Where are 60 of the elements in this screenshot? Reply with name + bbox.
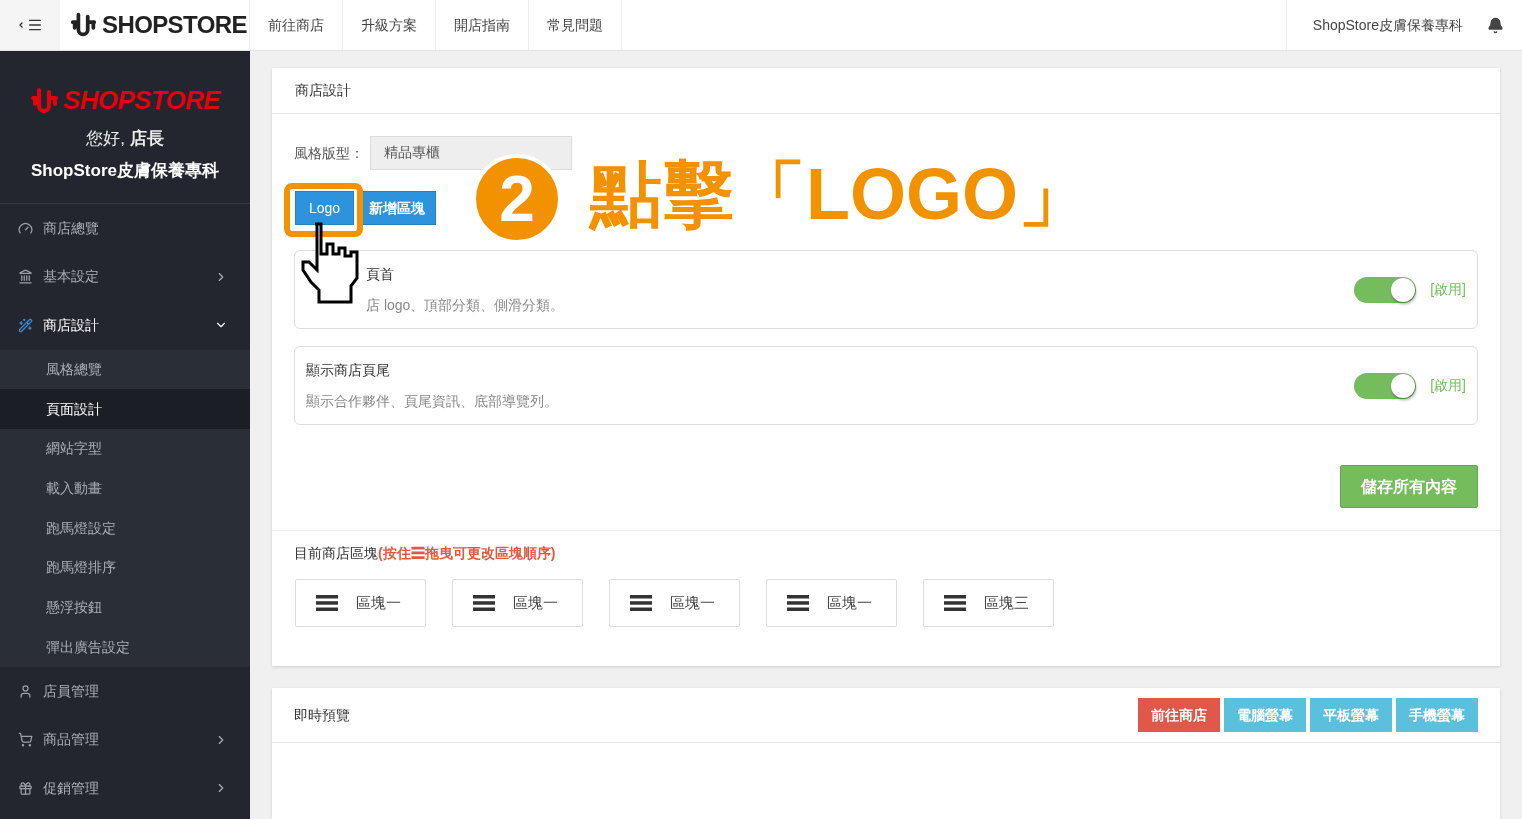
- logo-text: SHOPSTORE: [63, 84, 221, 117]
- nav-link[interactable]: 前往商店: [250, 0, 343, 50]
- store-name: ShopStore皮膚保養專科: [31, 159, 219, 182]
- menu-icon: [18, 269, 33, 285]
- style-field[interactable]: 精品專櫃: [370, 136, 572, 170]
- card-title: 商店設計: [295, 81, 351, 100]
- submenu-item[interactable]: 跑馬燈排序: [0, 547, 250, 588]
- drag-handle-icon: [787, 595, 809, 611]
- menu-icon: [18, 732, 33, 748]
- nav-link[interactable]: 開店指南: [436, 0, 529, 50]
- drag-handle-icon: [316, 595, 338, 611]
- drag-handle-icon: [473, 595, 495, 611]
- field-label: 風格版型：: [294, 143, 364, 163]
- store-name-link[interactable]: ShopStore皮膚保養專科: [1312, 14, 1463, 36]
- logo-text: SHOPSTORE: [102, 10, 247, 40]
- card-title: 即時預覽: [294, 705, 351, 725]
- greeting-text: 您好, 店長: [86, 128, 164, 150]
- menu-icon: [18, 317, 33, 333]
- menu-icon: [18, 780, 33, 796]
- sidebar-toggle-button[interactable]: [0, 0, 60, 50]
- preview-button[interactable]: 前往商店: [1138, 698, 1220, 732]
- option-title: 頁首: [366, 264, 394, 284]
- option-description: 顯示合作夥伴、頁尾資訊、底部導覽列。: [306, 391, 558, 411]
- option-description: 店 logo、頂部分類、側滑分類。: [366, 295, 565, 315]
- toggle-switch[interactable]: [1354, 276, 1417, 303]
- sidebar-item[interactable]: 商店設計: [0, 301, 250, 350]
- status-label: [啟用]: [1430, 376, 1466, 395]
- submenu-item[interactable]: 彈出廣告設定: [0, 627, 250, 667]
- sidebar-item[interactable]: 商品管理: [0, 715, 250, 764]
- submenu-item[interactable]: 懸浮按鈕: [0, 587, 250, 628]
- annotation-text: 點擊「LOGO」: [590, 158, 1090, 230]
- sidebar-item[interactable]: 店員管理: [0, 667, 250, 716]
- bell-icon[interactable]: [1487, 16, 1504, 34]
- block-item[interactable]: 區塊一: [452, 579, 583, 627]
- block-item[interactable]: 區塊一: [609, 579, 740, 627]
- sidebar-item[interactable]: 基本設定: [0, 252, 250, 301]
- sidebar-item[interactable]: 商店總覽: [0, 204, 250, 253]
- menu-icon: [27, 17, 43, 33]
- menu-icon: [18, 220, 33, 236]
- status-label: [啟用]: [1430, 280, 1466, 299]
- block-item[interactable]: 區塊一: [766, 579, 897, 627]
- submenu-item[interactable]: 網站字型: [0, 428, 250, 469]
- nav-link[interactable]: 常見問題: [529, 0, 622, 50]
- drag-handle-icon: [630, 595, 652, 611]
- block-item[interactable]: 區塊三: [923, 579, 1054, 627]
- nav-link[interactable]: 升級方案: [343, 0, 436, 50]
- submenu-item[interactable]: 跑馬燈設定: [0, 508, 250, 548]
- toggle-switch[interactable]: [1354, 372, 1417, 399]
- chevron-left-icon: [17, 21, 25, 29]
- submenu-item[interactable]: 載入動畫: [0, 468, 250, 509]
- submenu-item[interactable]: 風格總覽: [0, 349, 250, 390]
- logo-icon: [29, 85, 60, 116]
- menu-icon: [18, 683, 33, 699]
- drag-handle-icon: [944, 595, 966, 611]
- block-item[interactable]: 區塊一: [295, 579, 426, 627]
- sidebar-item[interactable]: 促銷管理: [0, 764, 250, 813]
- submenu-item[interactable]: 頁面設計: [0, 389, 250, 429]
- logo-icon: [70, 11, 98, 39]
- blocks-heading: 目前商店區塊(按住☰拖曳可更改區塊順序): [294, 544, 557, 563]
- option-title: 顯示商店頁尾: [306, 360, 390, 380]
